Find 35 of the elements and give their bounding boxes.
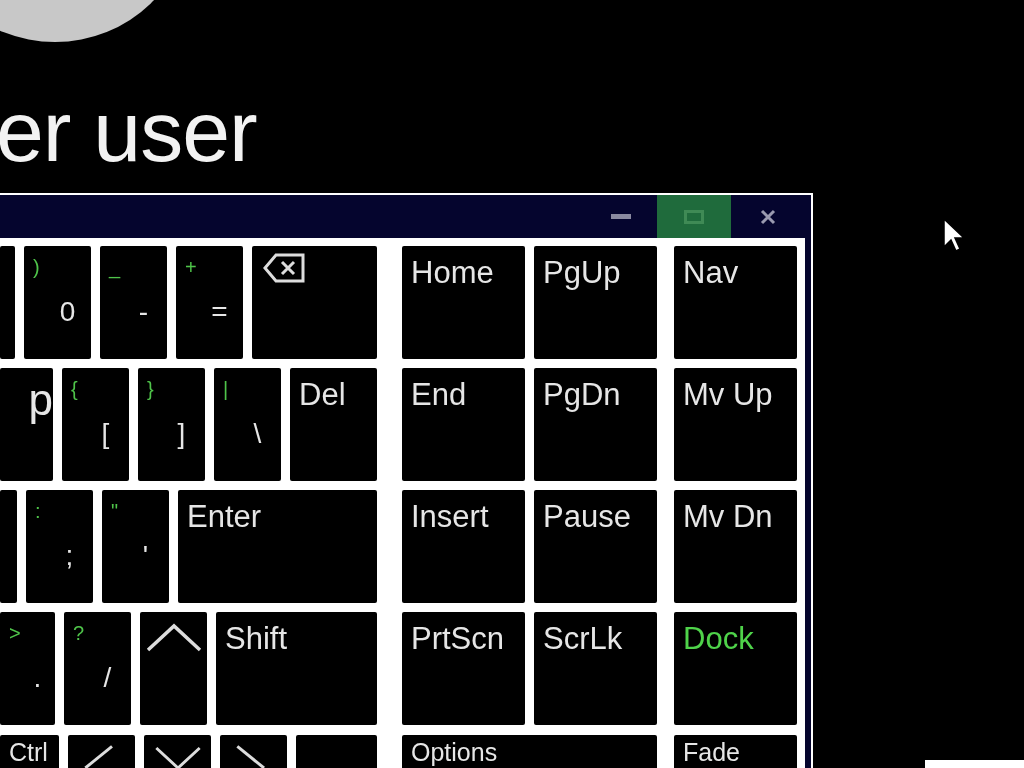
key[interactable]: : ; (26, 490, 93, 603)
key[interactable]: PrtScn (402, 612, 525, 725)
key[interactable]: End (402, 368, 525, 481)
key[interactable]: Insert (402, 490, 525, 603)
key[interactable]: Options (402, 735, 657, 768)
key[interactable]: Del (290, 368, 377, 481)
backspace-icon (263, 253, 305, 283)
key[interactable]: Mv Dn (674, 490, 797, 603)
key[interactable]: Mv Up (674, 368, 797, 481)
key[interactable]: > . (0, 612, 55, 725)
key[interactable]: ) 0 (24, 246, 91, 359)
key[interactable]: | \ (214, 368, 281, 481)
backspace-key[interactable] (252, 246, 377, 359)
key[interactable]: Nav (674, 246, 797, 359)
close-icon (760, 208, 776, 225)
key[interactable]: ? / (64, 612, 131, 725)
key[interactable]: Pause (534, 490, 657, 603)
key[interactable]: PgDn (534, 368, 657, 481)
key[interactable]: Enter (178, 490, 377, 603)
key[interactable]: Home (402, 246, 525, 359)
key[interactable]: + = (176, 246, 243, 359)
key[interactable]: Shift (216, 612, 377, 725)
key[interactable]: Dock (674, 612, 797, 725)
minimize-icon (611, 213, 631, 220)
key[interactable]: p (0, 368, 53, 481)
maximize-icon (684, 209, 704, 224)
key[interactable]: Fade (674, 735, 797, 768)
key[interactable]: } ] (138, 368, 205, 481)
key[interactable]: Ctrl (0, 735, 59, 768)
key[interactable]: " ' (102, 490, 169, 603)
key[interactable]: { [ (62, 368, 129, 481)
key[interactable]: _ - (100, 246, 167, 359)
arrow-key[interactable] (140, 612, 207, 725)
key[interactable]: PgUp (534, 246, 657, 359)
key[interactable]: ScrLk (534, 612, 657, 725)
